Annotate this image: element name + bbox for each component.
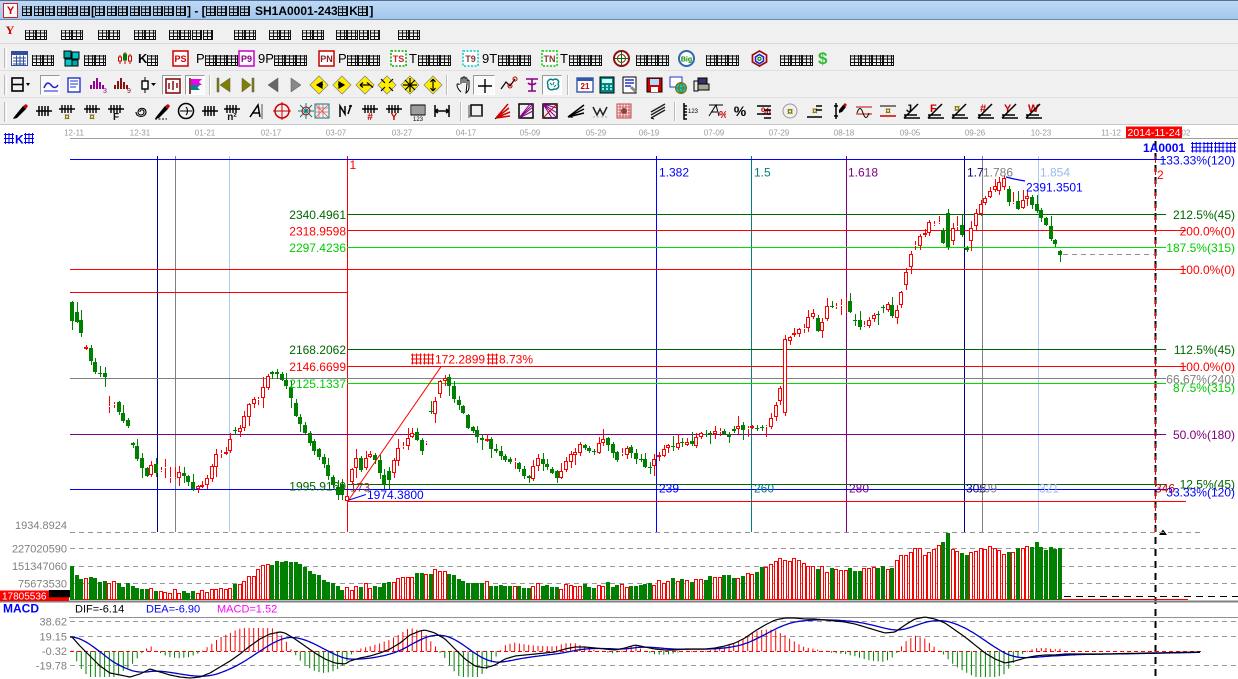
svg-text:Big: Big [681,57,692,64]
svg-text:¤: ¤ [89,112,95,122]
svg-text:04-17: 04-17 [456,129,477,138]
svg-text:05-09: 05-09 [520,129,541,138]
svg-text:#: # [367,112,373,122]
svg-text:1974.3800: 1974.3800 [367,488,424,502]
svg-text:123: 123 [413,117,424,122]
svg-text:172.2899: 172.2899 [435,353,485,367]
svg-text:-19.78: -19.78 [36,661,67,673]
svg-text:01-21: 01-21 [195,129,216,138]
svg-text:1: 1 [350,158,357,172]
svg-text:19.15: 19.15 [39,632,67,644]
svg-text:1.854: 1.854 [1040,166,1070,180]
svg-text:33.33%(120): 33.33%(120) [1166,485,1235,499]
svg-text:¤: ¤ [812,106,818,117]
svg-text:07-29: 07-29 [769,129,790,138]
svg-text:2125.1337: 2125.1337 [289,377,346,391]
svg-text:1.786: 1.786 [983,166,1013,180]
svg-text:187.5%(315): 187.5%(315) [1166,241,1235,255]
svg-text:2391.3501: 2391.3501 [1026,181,1083,195]
svg-text:PN: PN [320,54,333,64]
svg-text:%: % [734,103,747,119]
svg-text:212.5%(45): 212.5%(45) [1173,208,1235,222]
svg-text:11-12: 11-12 [1101,129,1121,138]
svg-text:9: 9 [127,88,131,95]
svg-text:Y: Y [391,112,398,122]
svg-text:MACD=1.52: MACD=1.52 [217,604,277,616]
svg-text:W: W [1028,103,1039,115]
svg-text:2318.9598: 2318.9598 [289,224,346,238]
svg-text:309: 309 [977,482,997,496]
svg-text:75673530: 75673530 [18,578,67,590]
svg-text:112.5%(45): 112.5%(45) [1174,343,1235,357]
svg-text:09-05: 09-05 [900,129,921,138]
svg-text:MACD: MACD [3,602,39,616]
svg-text:200.0%(0): 200.0%(0) [1180,224,1235,238]
svg-text:09-26: 09-26 [965,129,986,138]
svg-text:%: % [761,106,771,118]
svg-text:21: 21 [581,82,590,91]
svg-text:100.0%(0): 100.0%(0) [1180,263,1235,277]
svg-text:T9: T9 [465,54,476,64]
svg-text:02-17: 02-17 [261,129,282,138]
svg-text:02: 02 [1182,129,1191,138]
svg-text:50.0%(180): 50.0%(180) [1173,428,1235,442]
svg-text:TN: TN [544,54,556,64]
svg-text:239: 239 [659,482,679,496]
svg-text:08-18: 08-18 [834,129,855,138]
svg-text:1934.8924: 1934.8924 [15,520,67,532]
svg-text:1.5: 1.5 [754,166,771,180]
svg-text:%: % [719,110,726,121]
svg-text:P9: P9 [241,54,252,64]
svg-text:10-23: 10-23 [1031,129,1052,138]
svg-text:321: 321 [1039,482,1059,496]
svg-text:05-29: 05-29 [586,129,607,138]
svg-text:260: 260 [754,482,774,496]
svg-text:3: 3 [103,88,107,95]
svg-text:1.382: 1.382 [659,166,689,180]
svg-text:2168.2062: 2168.2062 [289,343,346,357]
svg-text:07-09: 07-09 [704,129,725,138]
svg-text:12-31: 12-31 [130,129,151,138]
svg-text:TS: TS [393,54,405,64]
svg-text:1A0001: 1A0001 [1143,141,1185,155]
svg-text:1.618: 1.618 [848,166,878,180]
svg-text:K: K [15,133,24,147]
svg-text:F: F [113,112,119,122]
svg-text:PS: PS [174,54,186,64]
svg-text:1.7: 1.7 [967,166,984,180]
svg-text:2297.4236: 2297.4236 [289,241,346,255]
svg-text:03-27: 03-27 [392,129,413,138]
svg-text:151347060: 151347060 [12,561,67,573]
svg-text:¤: ¤ [787,106,793,118]
svg-text:38.62: 38.62 [39,617,67,629]
svg-text:¤: ¤ [64,112,70,122]
svg-text:2146.6699: 2146.6699 [289,360,346,374]
svg-text:1995.9169: 1995.9169 [289,480,346,494]
svg-text:280: 280 [849,482,869,496]
svg-text:DEA=-6.90: DEA=-6.90 [146,604,200,616]
svg-text:n²: n² [227,112,237,122]
svg-text:2340.4961: 2340.4961 [289,208,346,222]
svg-text:12-11: 12-11 [64,129,84,138]
svg-text:8.73%: 8.73% [499,353,533,367]
svg-text:87.5%(315): 87.5%(315) [1173,381,1235,395]
svg-text:2014-11-24: 2014-11-24 [1128,127,1181,139]
svg-text:03-07: 03-07 [326,129,347,138]
svg-text:06-19: 06-19 [639,129,660,138]
svg-text:133.33%(120): 133.33%(120) [1160,153,1235,167]
svg-text:DIF=-6.14: DIF=-6.14 [75,604,124,616]
svg-text:2: 2 [1157,168,1164,182]
svg-text:-0.32: -0.32 [42,646,67,658]
svg-text:123: 123 [688,109,699,115]
svg-text:227020590: 227020590 [12,544,67,556]
